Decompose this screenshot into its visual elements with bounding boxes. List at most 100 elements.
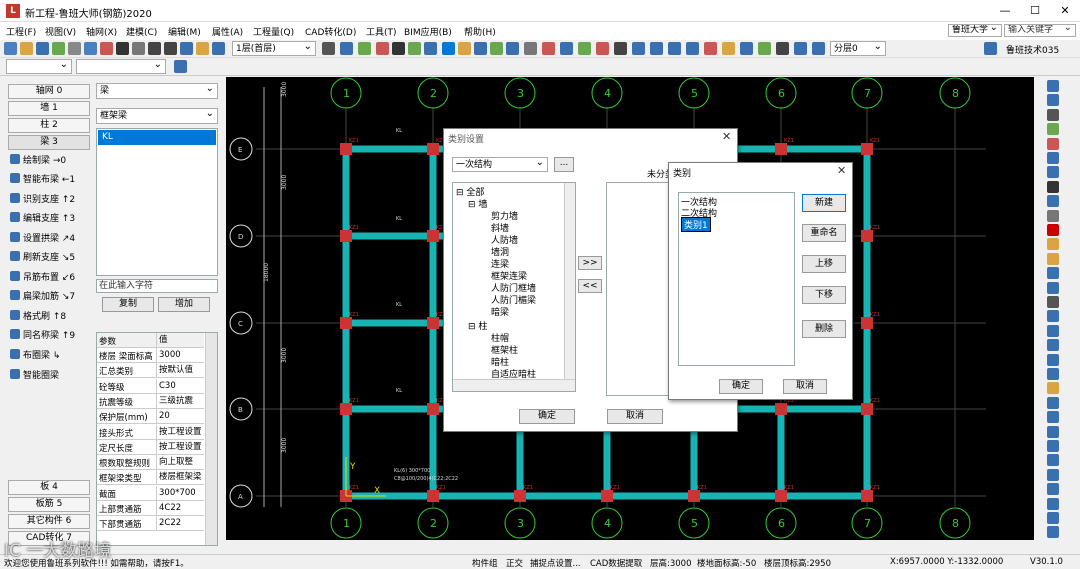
cat-slab-rebar[interactable]: 板筋 5 xyxy=(8,497,90,512)
menu-tools[interactable]: 工具(T) xyxy=(366,25,397,38)
ruler-icon[interactable] xyxy=(1047,108,1059,121)
property-row[interactable]: 汇总类别 按默认值 xyxy=(97,363,204,379)
warning-icon[interactable] xyxy=(1047,224,1059,236)
paint-icon[interactable] xyxy=(458,42,471,55)
property-value[interactable]: 20 xyxy=(156,409,204,425)
filter-select-a[interactable] xyxy=(6,59,72,74)
tool-flat-beam[interactable]: 扁梁加筋 ↘7 xyxy=(10,289,75,305)
view-icon[interactable] xyxy=(794,42,807,55)
layer-manage-icon[interactable] xyxy=(812,42,825,55)
kind-ok-button[interactable]: 确定 xyxy=(719,379,763,394)
zoom-extent-icon[interactable] xyxy=(686,42,699,55)
move-up-button[interactable]: 上移 xyxy=(802,255,846,273)
cat-column[interactable]: 柱 2 xyxy=(8,118,90,133)
measure-icon[interactable] xyxy=(524,42,537,55)
lock-icon[interactable] xyxy=(1047,252,1059,265)
tree-wall[interactable]: ⊟ 墙 xyxy=(468,197,487,210)
property-value[interactable]: 4C22 xyxy=(156,501,204,516)
stair-icon[interactable] xyxy=(1047,497,1059,510)
cube-icon[interactable] xyxy=(1047,526,1059,539)
tech-icon[interactable] xyxy=(984,42,997,55)
open-icon[interactable] xyxy=(20,42,33,55)
property-row[interactable]: 截面 300*700 xyxy=(97,485,204,501)
property-row[interactable]: 砼等级 C30 xyxy=(97,378,204,394)
floor-select[interactable]: 1层(首层) xyxy=(232,41,316,56)
property-value[interactable]: 按默认值 xyxy=(156,363,204,379)
cat-slab[interactable]: 板 4 xyxy=(8,480,90,495)
property-value[interactable]: 楼层框架梁 xyxy=(156,470,204,486)
delete-button[interactable]: 删除 xyxy=(802,320,846,338)
grid-icon[interactable] xyxy=(1047,94,1059,107)
menu-view[interactable]: 视图(V) xyxy=(45,25,76,38)
move-left-button[interactable]: << xyxy=(578,279,602,293)
tag-icon[interactable] xyxy=(1047,281,1059,294)
tool-format-brush[interactable]: 格式刷 ↑8 xyxy=(10,309,66,325)
structure-select[interactable]: 一次结构 xyxy=(452,157,548,172)
point-icon[interactable] xyxy=(740,42,753,55)
component-subtype-select[interactable]: 框架梁 xyxy=(96,108,218,124)
collapse-panel-icon[interactable] xyxy=(174,60,187,73)
layer-select[interactable]: 分层0 xyxy=(830,41,886,56)
brush-icon[interactable] xyxy=(1047,440,1059,452)
menu-edit[interactable]: 编辑(M) xyxy=(168,25,201,38)
save-icon[interactable] xyxy=(36,42,49,55)
tool-refresh-support[interactable]: 刷新支座 ↘5 xyxy=(10,250,75,266)
layers-icon[interactable] xyxy=(490,42,503,55)
check-icon[interactable] xyxy=(408,42,421,55)
tool-identify-support[interactable]: 识别支座 ↑2 xyxy=(10,192,75,208)
arrow-icon[interactable] xyxy=(1047,425,1059,438)
print-icon[interactable] xyxy=(68,42,81,55)
property-value[interactable]: 按工程设置 xyxy=(156,439,204,455)
select-icon[interactable] xyxy=(358,42,371,55)
gear-icon[interactable] xyxy=(1047,411,1059,424)
eraser-icon[interactable] xyxy=(1047,137,1059,150)
pin-icon[interactable] xyxy=(1047,382,1059,395)
table-icon[interactable] xyxy=(1047,310,1059,323)
status-ortho[interactable]: 正交 xyxy=(506,557,523,569)
property-row[interactable]: 抗震等级 三级抗震 xyxy=(97,393,204,409)
link-icon[interactable] xyxy=(1047,195,1059,208)
menu-cad[interactable]: CAD转化(D) xyxy=(305,25,356,38)
property-row[interactable]: 下部贯通筋 2C22 xyxy=(97,516,204,532)
scale-icon[interactable] xyxy=(1047,353,1059,366)
calc-icon[interactable] xyxy=(180,42,193,55)
tool-same-name[interactable]: 同名称梁 ↑9 xyxy=(10,328,75,344)
kind-cancel-button[interactable]: 取消 xyxy=(783,379,827,394)
category-ok-button[interactable]: 确定 xyxy=(519,409,575,424)
close-icon[interactable]: ✕ xyxy=(837,164,846,177)
kind-item-editing[interactable]: 类别1 xyxy=(681,217,711,232)
stats-icon[interactable] xyxy=(542,42,555,55)
tool-arch-beam[interactable]: 设置拱梁 ↗4 xyxy=(10,231,75,247)
filter-input[interactable]: 在此输入字符 xyxy=(96,279,218,293)
zoom-prev-icon[interactable] xyxy=(704,42,717,55)
tree-hscrollbar[interactable] xyxy=(453,379,575,391)
paste-icon[interactable] xyxy=(132,42,145,55)
filter-select-b[interactable] xyxy=(76,59,166,74)
list-icon[interactable] xyxy=(1047,296,1059,308)
move-down-button[interactable]: 下移 xyxy=(802,286,846,304)
status-cad-extract[interactable]: CAD数据提取 xyxy=(590,557,642,569)
layers-icon[interactable] xyxy=(1047,166,1059,179)
cat-other[interactable]: 其它构件 6 xyxy=(8,514,90,529)
copy-icon[interactable] xyxy=(196,42,209,55)
wrench-icon[interactable] xyxy=(1047,454,1059,467)
delete-icon[interactable] xyxy=(100,42,113,55)
property-value[interactable]: 300*700 xyxy=(156,485,204,501)
maximize-button[interactable]: ☐ xyxy=(1020,3,1050,19)
bell-icon[interactable] xyxy=(1047,238,1059,251)
property-row[interactable]: 接头形式 按工程设置 xyxy=(97,424,204,440)
box-icon[interactable] xyxy=(1047,267,1059,280)
door-icon[interactable] xyxy=(1047,468,1059,481)
tool-edit-support[interactable]: 编辑支座 ↑3 xyxy=(10,211,75,227)
pan-icon[interactable] xyxy=(614,42,627,55)
category-cancel-button[interactable]: 取消 xyxy=(607,409,663,424)
property-row[interactable]: 保护层(mm) 20 xyxy=(97,409,204,425)
property-value[interactable]: 2C22 xyxy=(156,516,204,532)
property-scrollbar[interactable] xyxy=(205,333,217,545)
property-row[interactable]: 框架梁类型 楼层框架梁 xyxy=(97,470,204,486)
component-type-select[interactable]: 梁 xyxy=(96,83,218,99)
window-icon[interactable] xyxy=(1047,483,1059,496)
triangle-icon[interactable] xyxy=(1047,368,1059,380)
binoculars-icon[interactable] xyxy=(1047,180,1059,193)
cat-beam[interactable]: 梁 3 xyxy=(8,135,90,150)
